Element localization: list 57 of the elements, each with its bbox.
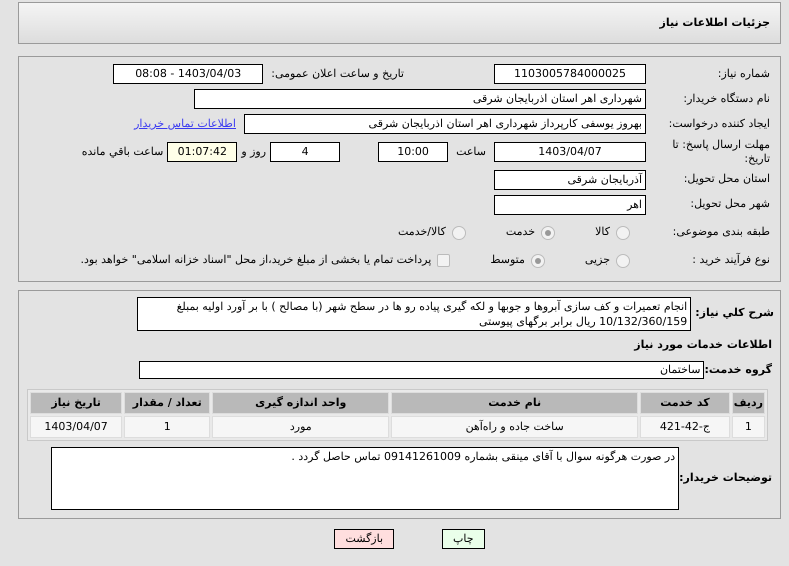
field-label: شرح کلي نیاز:	[695, 305, 775, 322]
city-field: اهر	[494, 194, 646, 214]
field-label: طبقه بندی موضوعی:	[672, 224, 771, 240]
buyer-notes-field: در صورت هرگونه سوال با آقای مینقی بشماره 09141261009 تماس حاصل گردد .	[51, 447, 680, 510]
option-label: خدمت	[506, 224, 536, 240]
radio-button[interactable]	[616, 226, 630, 240]
option-label: کالا/خدمت	[398, 224, 446, 240]
field-label: شهر محل تحویل:	[689, 196, 771, 212]
creator-field: بهروز یوسفی کارپرداز شهرداری اهر استان اذربایجان شرقی	[244, 114, 646, 134]
column-header: تعداد / مقدار	[124, 392, 210, 414]
table-cell: ساخت جاده و راه‌آهن	[391, 416, 638, 438]
field-label: ساعت	[456, 144, 486, 160]
radio-button[interactable]	[530, 254, 545, 268]
column-header: واحد اندازه گیری	[212, 392, 390, 414]
field-label: تاریخ و ساعت اعلان عمومی:	[271, 66, 404, 82]
field-label: ساعت باقي مانده	[82, 144, 164, 160]
back-button[interactable]: بازگشت	[334, 529, 394, 549]
contact-link[interactable]: اطلاعات تماس خریدار	[134, 116, 236, 132]
column-header: نام خدمت	[391, 392, 638, 414]
section-heading: اطلاعات خدمات مورد نیاز	[634, 336, 773, 353]
option-label: متوسط	[490, 252, 525, 268]
field-label: روز و	[241, 144, 266, 160]
radio-button[interactable]	[541, 226, 556, 240]
need-number-field: 1103005784000025	[494, 64, 646, 84]
field-label: نام دستگاه خریدار:	[682, 90, 771, 107]
service-group-field: ساختمان	[139, 361, 704, 379]
field-label: گروه خدمت:	[704, 362, 773, 378]
column-header: کد خدمت	[640, 392, 730, 414]
option-label: جزیی	[584, 252, 610, 268]
buyer-org-field: شهرداری اهر استان اذربایجان شرقی	[194, 89, 646, 109]
description-field: انجام تعمیرات و کف سازی آبروها و جوبها و لکه گیری پیاده رو ها در سطح شهر (با مصالح ) با بر آورد اولیه بمبلغ 10/132/360/159 ریال برابر برگهای پیوستی	[137, 296, 692, 330]
table-cell: 1	[732, 416, 765, 438]
radio-button[interactable]	[616, 254, 630, 268]
days-field: 4	[270, 142, 340, 162]
deadline-date-field: 1403/04/07	[494, 142, 646, 162]
table-cell: 1403/04/07	[30, 416, 122, 438]
column-header: ردیف	[732, 392, 765, 414]
field-label: شماره نیاز:	[716, 66, 771, 82]
checkbox-label: پرداخت تمام یا بخشی از مبلغ خرید،از محل "اسناد خزانه اسلامی" خواهد بود.	[80, 252, 432, 268]
announce-date-field: 1403/04/03 - 08:08	[113, 64, 264, 84]
field-label: نوع فرآیند خرید :	[691, 252, 771, 268]
checkbox[interactable]	[437, 254, 450, 267]
deadline-time-field: 10:00	[378, 142, 448, 162]
table-cell: مورد	[212, 416, 390, 438]
radio-button[interactable]	[452, 226, 466, 240]
option-label: کالا	[595, 224, 610, 240]
province-field: آذربایجان شرقی	[494, 170, 646, 190]
page-title: جزئیات اطلاعات نیاز	[660, 14, 770, 31]
print-button[interactable]: چاپ	[442, 529, 485, 549]
field-label: ایجاد کننده درخواست:	[668, 116, 771, 132]
field-label: استان محل تحویل:	[682, 171, 771, 188]
remaining-time-field: 01:07:42	[167, 142, 238, 162]
field-label: توضیحات خریدار:	[679, 470, 773, 486]
column-header: تاریخ نیاز	[30, 392, 122, 414]
table-cell: ج-42-421	[640, 416, 730, 438]
table-cell: 1	[124, 416, 210, 438]
field-label: مهلت ارسال پاسخ: تا تاریخ:	[671, 138, 771, 166]
